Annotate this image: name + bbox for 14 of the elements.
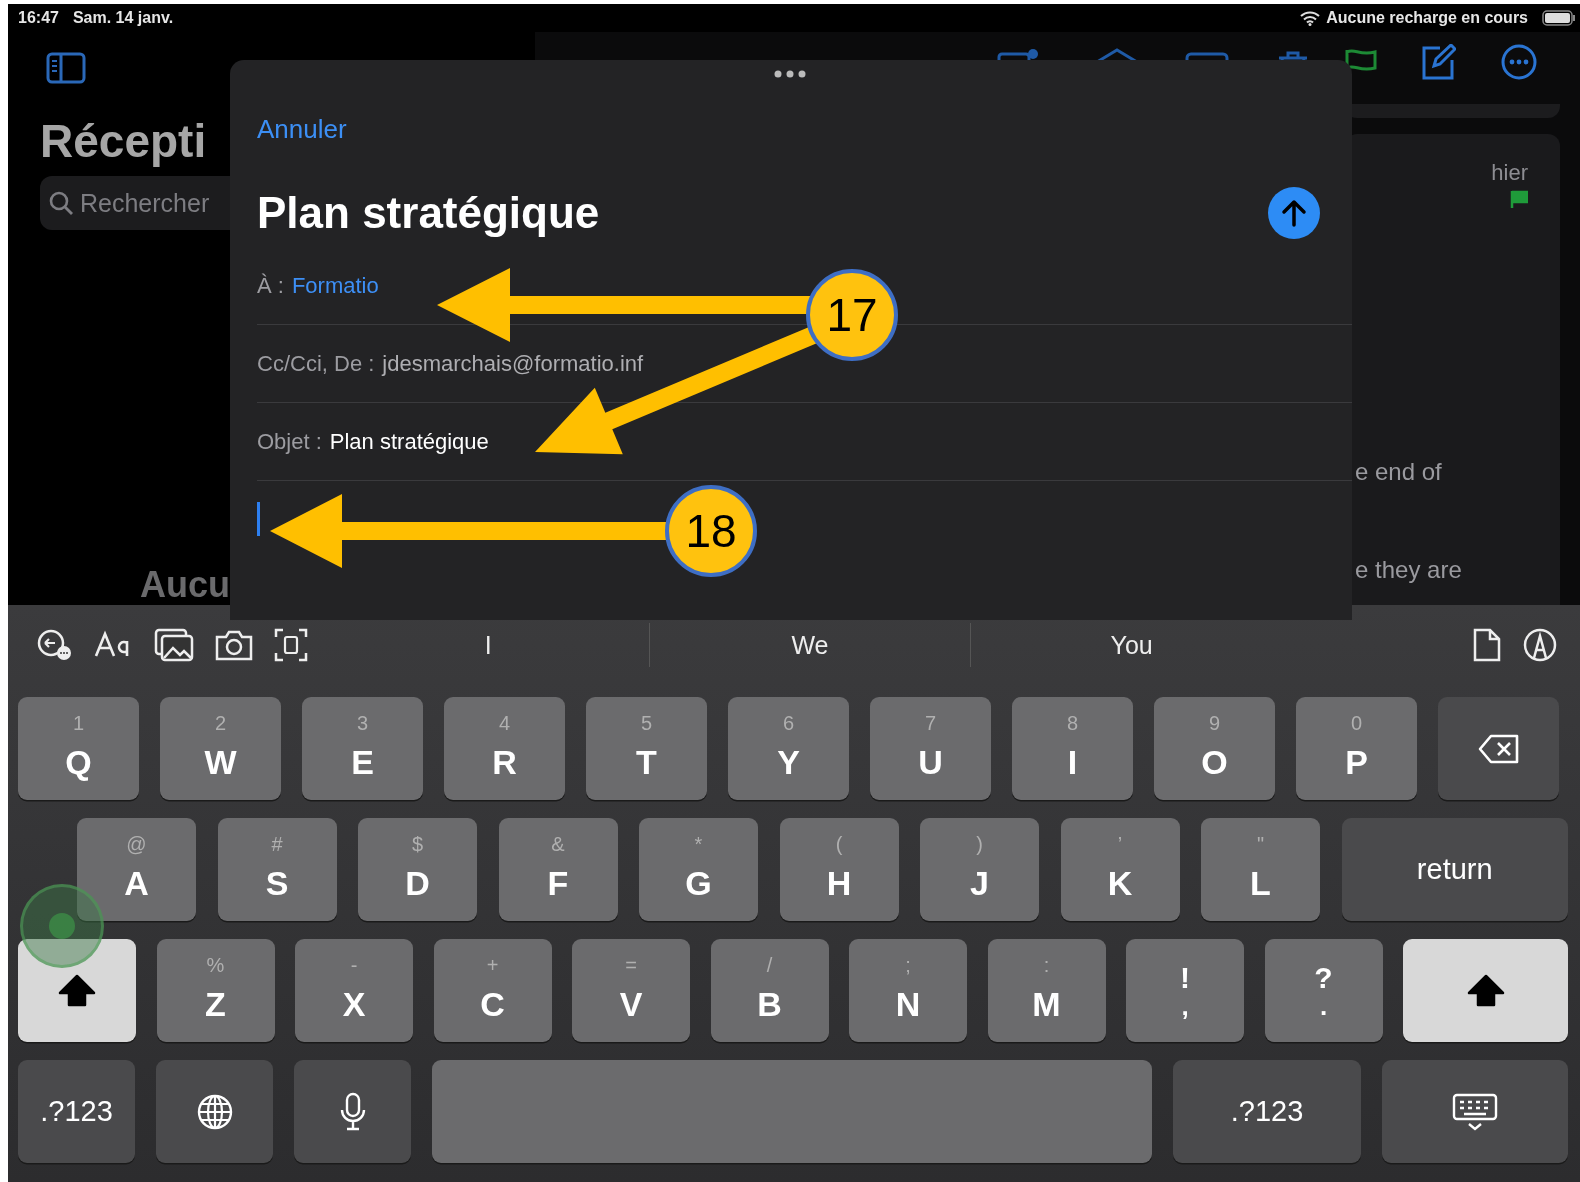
field-label: Cc/Cci, De : xyxy=(257,350,375,377)
field-label: À : xyxy=(257,272,284,299)
mailbox-title: Récepti xyxy=(40,114,207,168)
message-preview-text: e they are xyxy=(1355,556,1462,584)
callout-badge: 17 xyxy=(806,269,898,361)
compose-title: Plan stratégique xyxy=(257,188,600,238)
message-preview-text: e end of xyxy=(1355,458,1442,486)
callout-badge: 18 xyxy=(665,485,757,577)
message-date: hier xyxy=(1491,160,1528,186)
status-time: 16:47 xyxy=(18,9,59,27)
status-date: Sam. 14 janv. xyxy=(72,9,174,27)
field-label: Objet : xyxy=(257,428,322,455)
empty-mailbox-text: Aucu xyxy=(140,567,230,603)
battery-status-text: Aucune recharge en cours xyxy=(1326,9,1528,27)
